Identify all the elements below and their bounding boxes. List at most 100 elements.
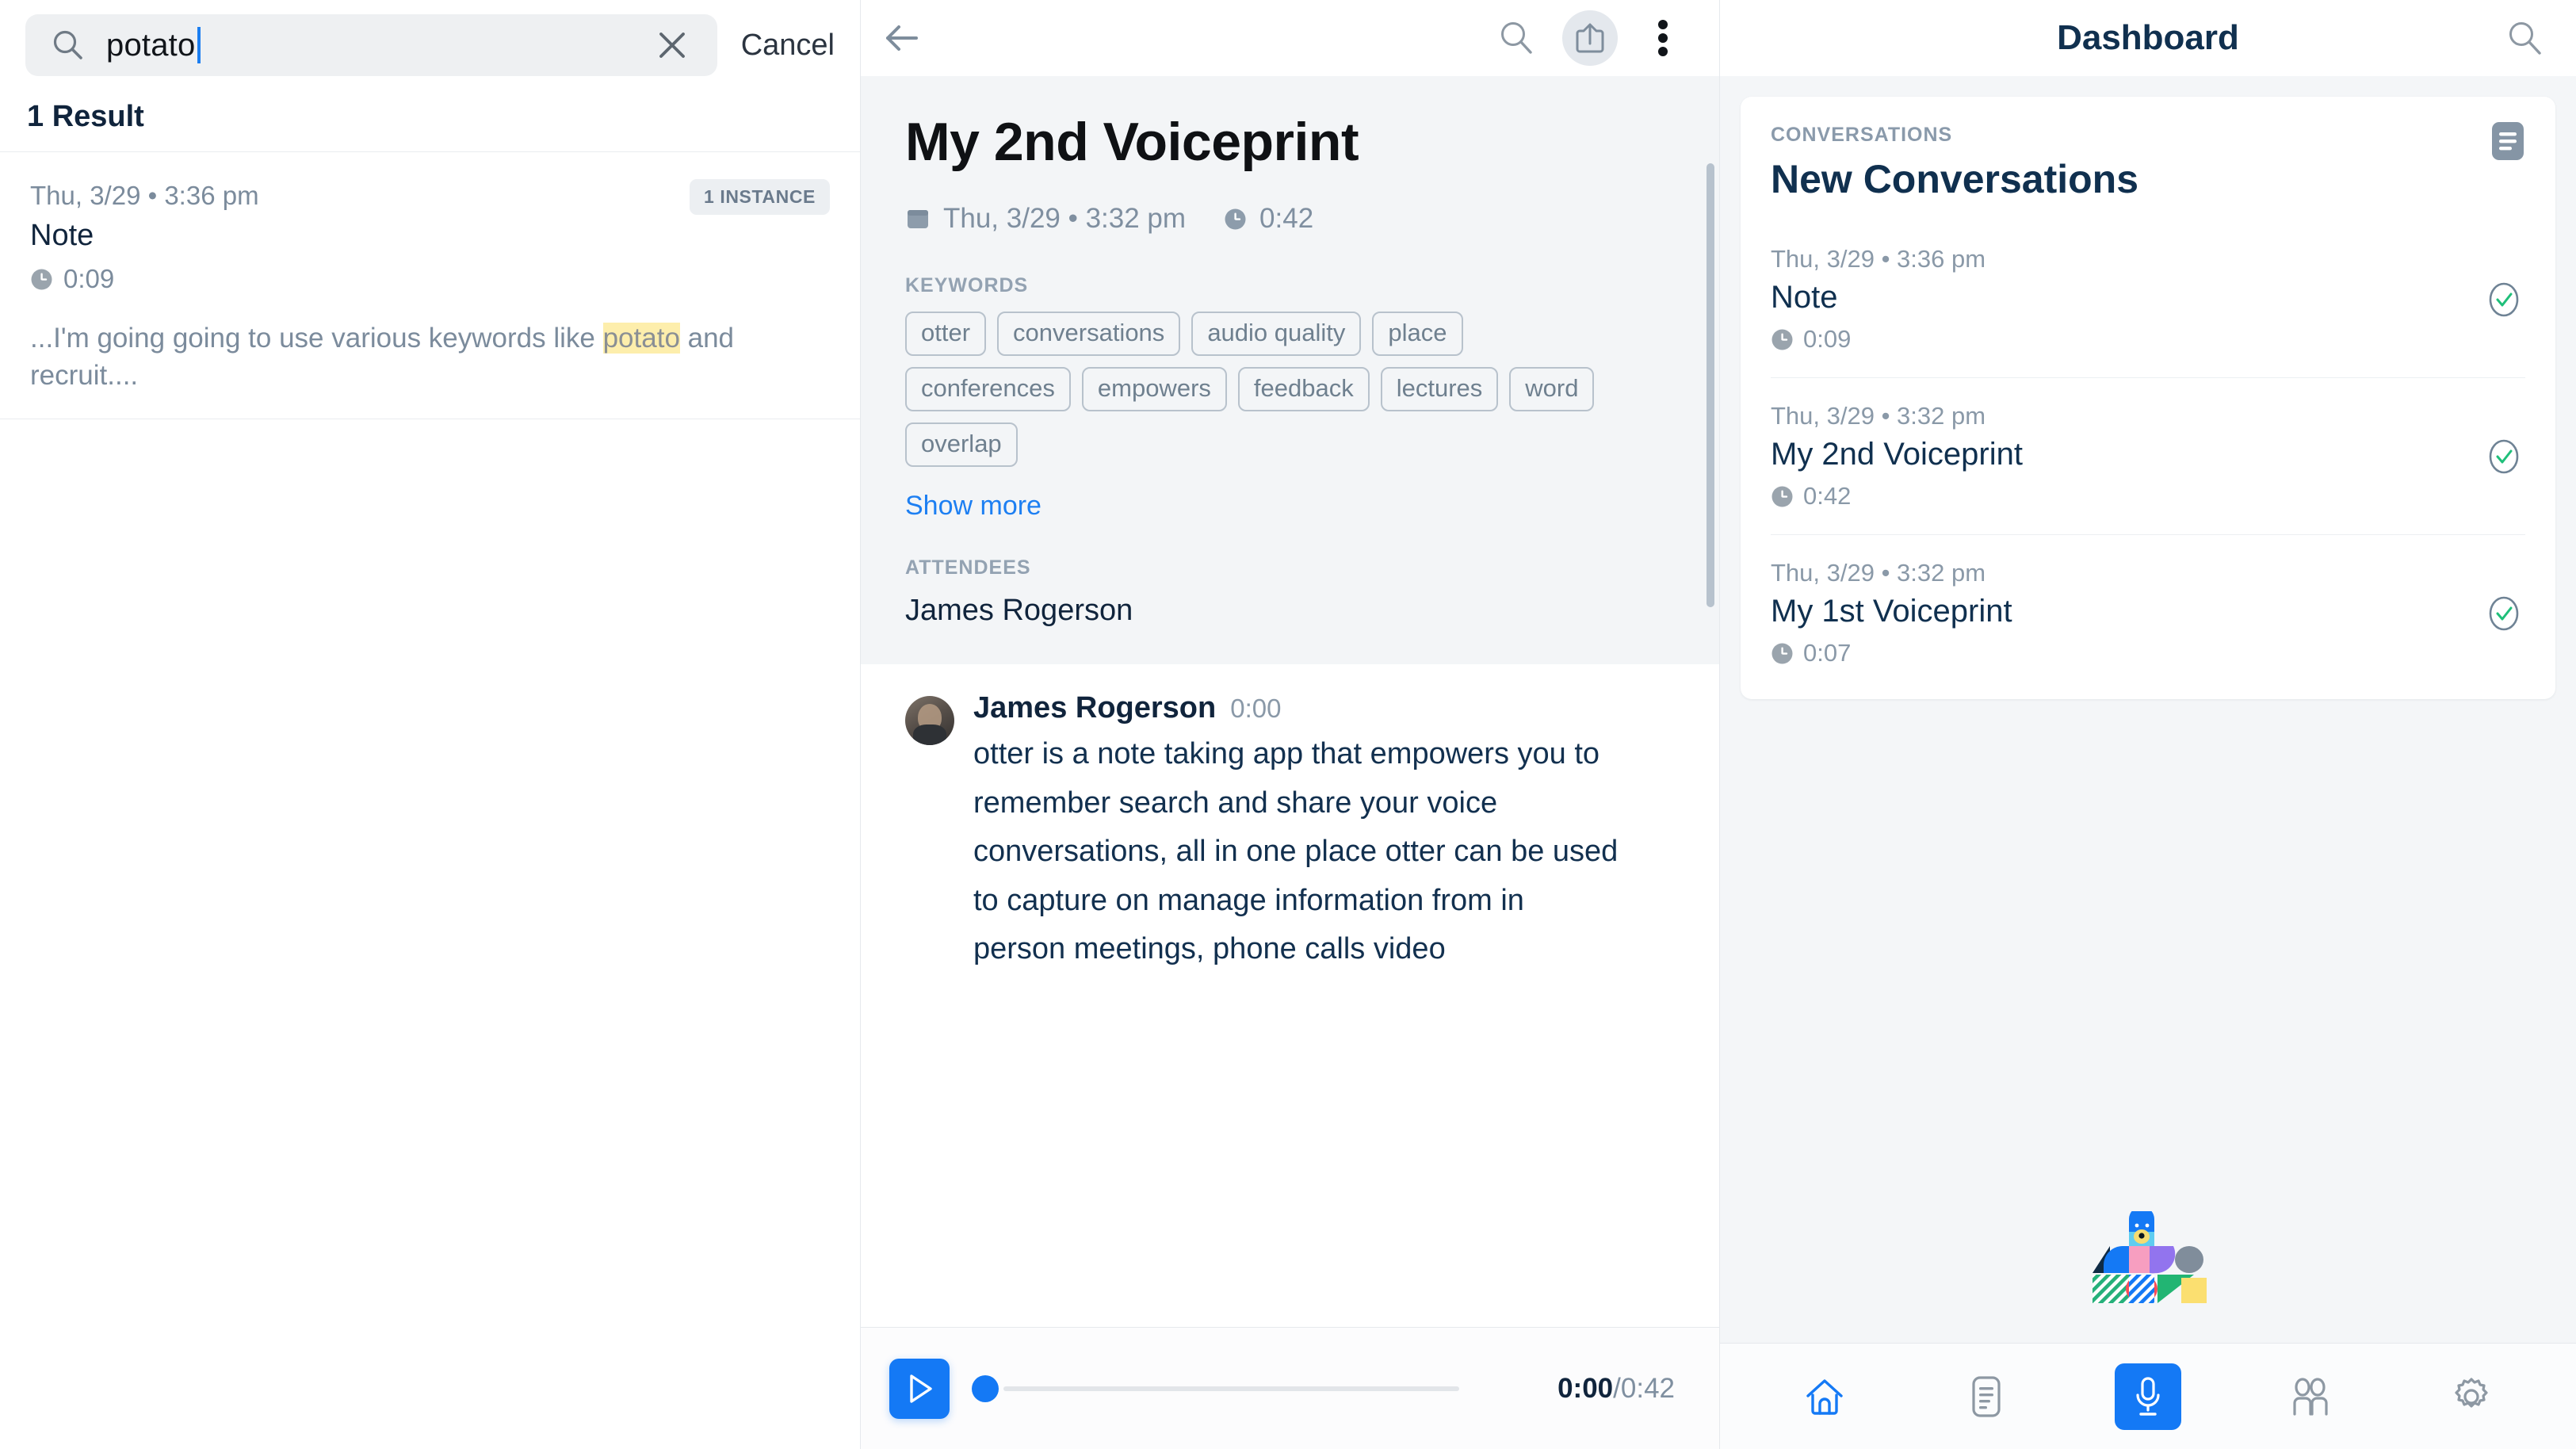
conversation-duration: 0:07 [1803, 639, 1852, 667]
clear-search-icon[interactable] [654, 27, 690, 63]
search-icon [1501, 22, 1532, 54]
transcript-icon [1972, 1375, 2001, 1417]
text-caret [197, 27, 201, 63]
conversation-duration-row: 0:07 [1771, 639, 2525, 667]
conversation-date: Thu, 3/29 • 3:32 pm [1771, 402, 1986, 430]
people-icon [2293, 1377, 2328, 1416]
conversation-duration: 0:09 [1803, 325, 1852, 353]
nav-item-home[interactable] [1791, 1363, 1858, 1430]
search-panel: potato Cancel 1 Result 1 INSTANCE Thu, 3… [0, 0, 861, 1449]
keyword-chip[interactable]: conferences [905, 367, 1071, 411]
detail-scrollbar[interactable] [1707, 163, 1714, 607]
keyword-chip[interactable]: place [1372, 312, 1463, 356]
result-duration-row: 0:09 [30, 264, 830, 294]
conversation-date: Thu, 3/29 • 3:36 pm [1771, 245, 1986, 273]
keywords-section-label: KEYWORDS [905, 274, 1029, 296]
transcript-text: otter is a note taking app that empowers… [973, 737, 1619, 966]
conversation-title: My 1st Voiceprint [1771, 594, 2012, 629]
seek-track [1003, 1386, 1460, 1391]
seek-slider[interactable] [972, 1373, 1531, 1405]
nav-item-settings[interactable] [2438, 1363, 2505, 1430]
dashboard-panel: Dashboard CONVERSATIONS New Conversation… [1720, 0, 2576, 1449]
clock-icon [1771, 643, 1793, 663]
conversation-list-item[interactable]: Thu, 3/29 • 3:36 pm Note 0:09 [1771, 221, 2525, 378]
search-input-container[interactable]: potato [25, 14, 717, 76]
clock-icon [31, 269, 52, 289]
share-button[interactable] [1562, 10, 1618, 66]
player-time-display: 0:00/0:42 [1557, 1373, 1675, 1405]
clock-icon [1771, 486, 1793, 507]
audio-player: 0:00/0:42 [861, 1327, 1719, 1449]
seek-thumb[interactable] [972, 1374, 999, 1402]
conversation-date: Thu, 3/29 • 3:32 pm [943, 203, 1187, 234]
keyword-chip[interactable]: empowers [1081, 367, 1227, 411]
clock-icon [1771, 329, 1793, 350]
attendee-name: James Rogerson [905, 594, 1133, 627]
keywords-list: otter conversations audio quality place conf… [905, 312, 1603, 467]
microphone-icon [2136, 1376, 2160, 1416]
keyword-chip[interactable]: word [1509, 367, 1595, 411]
more-options-button[interactable] [1635, 10, 1691, 66]
page-title: Dashboard [2057, 18, 2239, 57]
search-text-wrap[interactable]: potato [106, 27, 633, 63]
gear-icon [2455, 1377, 2488, 1408]
kebab-menu-icon [1658, 20, 1668, 56]
nav-item-transcripts[interactable] [1953, 1363, 2020, 1430]
cancel-search-button[interactable]: Cancel [736, 25, 839, 66]
search-icon[interactable] [2505, 17, 2546, 59]
detail-toolbar [861, 0, 1719, 76]
transcript-header: James Rogerson 0:00 [973, 691, 1675, 725]
status-check-icon[interactable] [2486, 438, 2522, 475]
keyword-chip[interactable]: otter [905, 312, 987, 356]
share-icon [1576, 23, 1604, 53]
snippet-prefix: ...I'm going going to use various keywor… [30, 323, 603, 354]
transcript-speaker: James Rogerson [973, 691, 1217, 724]
conversation-duration: 0:42 [1259, 203, 1314, 234]
transcript-section: James Rogerson 0:00 otter is a note taki… [861, 664, 1719, 974]
status-check-icon[interactable] [2486, 281, 2522, 318]
search-bar: potato Cancel [0, 0, 860, 87]
status-check-icon[interactable] [2486, 595, 2522, 632]
play-icon [910, 1374, 932, 1403]
app-root: potato Cancel 1 Result 1 INSTANCE Thu, 3… [0, 0, 2576, 1449]
transcript-body: James Rogerson 0:00 otter is a note taki… [973, 691, 1675, 974]
result-snippet: ...I'm going going to use various keywor… [30, 319, 743, 395]
snippet-highlight: potato [602, 323, 680, 354]
list-view-icon[interactable] [2490, 120, 2525, 162]
bottom-navigation [1720, 1343, 2576, 1449]
conversation-duration-row: 0:42 [1771, 482, 2525, 510]
detail-search-button[interactable] [1489, 10, 1545, 66]
play-button[interactable] [889, 1358, 950, 1419]
nav-item-record[interactable] [2115, 1363, 2181, 1430]
player-current-time: 0:00 [1557, 1372, 1614, 1404]
keyword-chip[interactable]: conversations [997, 312, 1181, 356]
result-duration: 0:09 [63, 264, 115, 293]
transcript-block[interactable]: James Rogerson 0:00 otter is a note taki… [905, 691, 1675, 974]
conversations-card-title: New Conversations [1771, 157, 2139, 201]
detail-header: My 2nd Voiceprint Thu, 3/29 • 3:32 pm 0:… [861, 76, 1719, 664]
instance-count-badge: 1 INSTANCE [689, 179, 830, 215]
player-time-separator: / [1613, 1372, 1621, 1404]
conversation-duration-row: 0:09 [1771, 325, 2525, 354]
conversation-title: My 2nd Voiceprint [905, 112, 1359, 172]
keyword-chip[interactable]: audio quality [1191, 312, 1362, 356]
conversations-card-label: CONVERSATIONS [1771, 124, 1953, 146]
show-more-keywords-button[interactable]: Show more [905, 491, 1675, 522]
keyword-chip[interactable]: overlap [905, 422, 1018, 467]
search-input[interactable]: potato [106, 28, 195, 63]
search-result-item[interactable]: 1 INSTANCE Thu, 3/29 • 3:36 pm Note 0:09… [0, 152, 860, 419]
back-arrow-icon[interactable] [880, 16, 924, 60]
conversation-title: Note [1771, 280, 1838, 315]
result-count-label: 1 Result [0, 87, 860, 152]
transcript-timestamp[interactable]: 0:00 [1230, 694, 1281, 724]
conversation-list-item[interactable]: Thu, 3/29 • 3:32 pm My 1st Voiceprint 0:07 [1771, 535, 2525, 691]
home-icon [1806, 1378, 1843, 1415]
keyword-chip[interactable]: feedback [1237, 367, 1370, 411]
player-total-time: 0:42 [1620, 1372, 1675, 1404]
dashboard-toolbar: Dashboard [1720, 0, 2576, 76]
conversation-list-item[interactable]: Thu, 3/29 • 3:32 pm My 2nd Voiceprint 0:42 [1771, 378, 2525, 535]
nav-item-people[interactable] [2276, 1363, 2343, 1430]
clock-icon [1225, 208, 1246, 229]
keyword-chip[interactable]: lectures [1380, 367, 1499, 411]
conversation-date: Thu, 3/29 • 3:32 pm [1771, 559, 1986, 587]
